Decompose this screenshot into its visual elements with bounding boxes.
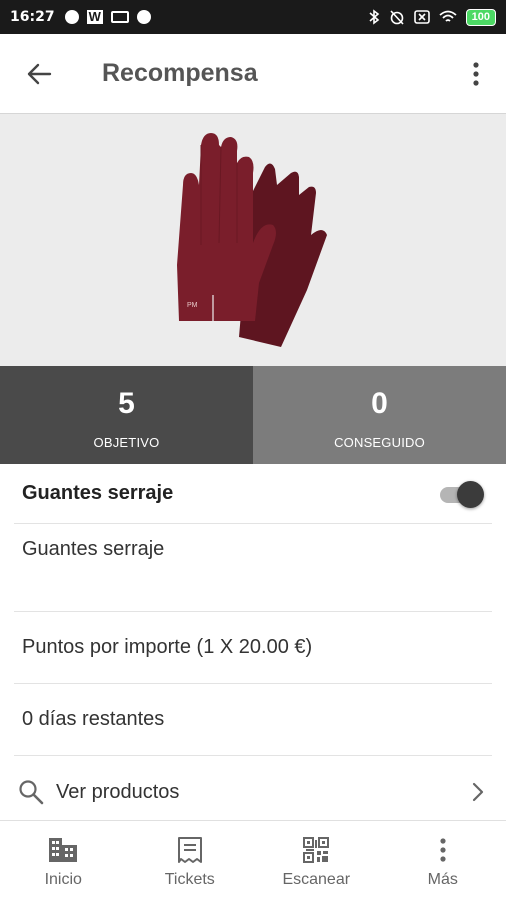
reward-details: Guantes serraje Guantes serraje Puntos p… (0, 464, 506, 828)
nav-label: Escanear (282, 870, 351, 888)
nav-label: Más (427, 870, 458, 888)
achieved-label: CONSEGUIDO (334, 434, 425, 450)
nav-inicio[interactable]: Inicio (0, 821, 127, 900)
app-w-icon: W (86, 9, 103, 24)
back-button[interactable] (0, 34, 78, 114)
receipt-icon (177, 836, 202, 863)
status-bar: 16:27 W 100 (0, 0, 506, 34)
reward-description-row: Guantes serraje (14, 524, 492, 612)
bluetooth-icon (369, 9, 379, 25)
nav-tickets[interactable]: Tickets (127, 821, 254, 900)
nav-label: Inicio (44, 870, 82, 888)
days-left-row: 0 días restantes (14, 684, 492, 756)
sim-off-icon (413, 10, 430, 24)
chevron-right-icon (472, 782, 484, 802)
objective-value: 5 (118, 386, 135, 420)
reward-name: Guantes serraje (22, 482, 174, 504)
system-icons: 100 (368, 8, 496, 26)
points-rule-row: Puntos por importe (1 X 20.00 €) (14, 612, 492, 684)
nav-escanear[interactable]: Escanear (253, 821, 380, 900)
building-icon (49, 837, 78, 862)
reward-active-toggle[interactable] (440, 480, 484, 508)
achieved-value: 0 (371, 386, 388, 420)
svg-text:PM: PM (187, 302, 198, 309)
view-products-label: Ver productos (56, 780, 180, 803)
status-time: 16:27 (10, 9, 55, 25)
overflow-menu-button[interactable] (446, 34, 506, 114)
battery-indicator: 100 (465, 8, 496, 26)
nav-mas[interactable]: Más (380, 821, 506, 900)
more-vert-icon (440, 837, 446, 862)
reward-stats: 5 OBJETIVO 0 CONSEGUIDO (0, 366, 506, 464)
arrow-back-icon (27, 63, 52, 84)
notification-dot-icon (64, 10, 79, 24)
notification-dot-icon (136, 10, 151, 24)
app-bar: Recompensa (0, 34, 506, 114)
view-products-row[interactable]: Ver productos (14, 756, 492, 828)
points-rule: Puntos por importe (1 X 20.00 €) (22, 636, 313, 658)
days-left: 0 días restantes (22, 708, 165, 730)
reward-description: Guantes serraje (22, 538, 165, 560)
more-vert-icon (473, 61, 479, 86)
notification-icons: W (64, 9, 151, 24)
gloves-image: PM (177, 133, 327, 347)
reward-title-row: Guantes serraje (14, 464, 492, 524)
bottom-nav: Inicio Tickets Escanear Más (0, 820, 506, 900)
achieved-stat: 0 CONSEGUIDO (253, 366, 506, 464)
toggle-knob (457, 480, 484, 508)
keyboard-icon (110, 11, 129, 23)
nav-label: Tickets (164, 870, 215, 888)
reward-image: PM (0, 114, 506, 366)
alarm-off-icon (390, 10, 404, 25)
search-icon (19, 780, 44, 805)
objective-label: OBJETIVO (93, 434, 160, 450)
objective-stat: 5 OBJETIVO (0, 366, 253, 464)
page-title: Recompensa (102, 59, 258, 87)
wifi-icon (439, 10, 457, 22)
qr-code-icon (303, 836, 330, 863)
